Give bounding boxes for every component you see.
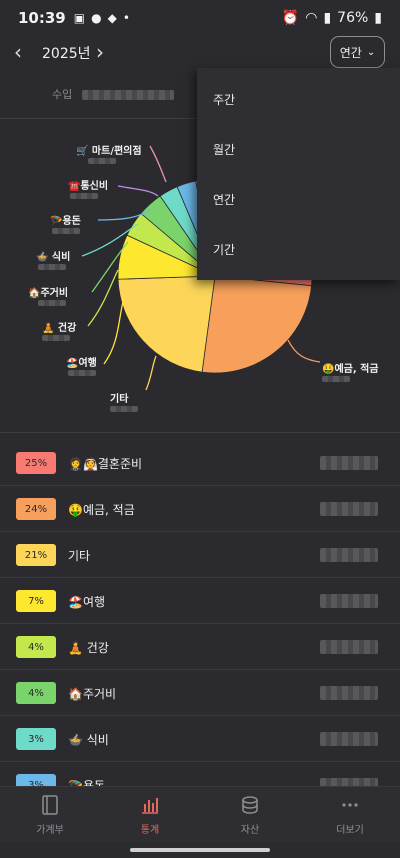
year-title: 2025년 — [42, 46, 91, 62]
wifi-icon: ◠ — [305, 10, 318, 26]
bottom-nav: 가계부 통계 자산 더보기 — [0, 786, 400, 842]
list-item[interactable]: 24% 🤑예금, 적금 — [0, 486, 400, 532]
pie-value-blurred — [52, 228, 80, 234]
pie-value-blurred — [70, 193, 98, 199]
percent-badge: 24% — [16, 498, 56, 520]
pie-value-blurred — [38, 300, 66, 306]
nav-assets[interactable]: 자산 — [200, 787, 300, 842]
pie-label-allowance: 🪂용돈 — [50, 216, 81, 227]
pie-label-travel: 🏖️여행 — [66, 358, 97, 369]
amount-blurred — [320, 640, 378, 654]
category-label: 🧘 건강 — [68, 641, 109, 655]
pie-label-food: 🍲 식비 — [36, 252, 71, 263]
percent-badge: 25% — [16, 452, 56, 474]
category-label: 기타 — [68, 549, 91, 563]
category-label: 🤑예금, 적금 — [68, 503, 135, 517]
home-indicator — [130, 848, 270, 852]
category-label: 🏖️여행 — [68, 595, 106, 609]
clock: 10:39 — [18, 9, 66, 27]
pie-value-blurred — [42, 335, 70, 341]
pie-value-blurred — [110, 406, 138, 412]
nav-more[interactable]: 더보기 — [300, 787, 400, 842]
amount-blurred — [320, 548, 378, 562]
income-label: 수입 — [52, 88, 73, 101]
header: ‹ 2025년 › 연간 ⌄ — [0, 36, 400, 70]
leader-line-8 — [287, 339, 321, 363]
pie-label-savings: 🤑예금, 적금 — [322, 364, 379, 375]
pie-value-blurred — [38, 264, 66, 270]
battery-icon: ▮ — [374, 10, 382, 26]
alarm-icon: ⏰ — [281, 10, 300, 26]
coins-icon — [242, 795, 258, 814]
period-option-range[interactable]: 기간 — [197, 224, 400, 274]
leader-line-1 — [117, 185, 159, 197]
pie-label-mart: 🛒 마트/편의점 — [76, 146, 142, 157]
category-list: 25% 🤵👰결혼준비 24% 🤑예금, 적금 21% 기타 7% 🏖️여행 4% 🧘 건강 4% 🏠주… — [0, 440, 400, 808]
list-item[interactable]: 21% 기타 — [0, 532, 400, 578]
book-icon — [42, 794, 58, 815]
amount-blurred — [320, 456, 378, 470]
nav-stats-label: 통계 — [140, 824, 160, 836]
category-label: 🤵👰결혼준비 — [68, 457, 143, 471]
list-item[interactable]: 3% 🍲 식비 — [0, 716, 400, 762]
bar-chart-icon — [142, 797, 158, 814]
gallery-icon: ▣ — [73, 11, 86, 25]
leader-line-0 — [149, 145, 167, 183]
amount-blurred — [320, 686, 378, 700]
percent-badge: 3% — [16, 728, 56, 750]
more-icon — [342, 802, 358, 807]
divider — [0, 432, 400, 433]
category-label: 🍲 식비 — [68, 733, 109, 747]
percent-badge: 4% — [16, 636, 56, 658]
prev-year-icon[interactable]: ‹ — [14, 40, 22, 64]
talk-icon: ● — [91, 11, 102, 25]
period-option-weekly[interactable]: 주간 — [197, 74, 400, 124]
pie-value-blurred — [322, 376, 350, 382]
nav-ledger[interactable]: 가계부 — [0, 787, 100, 842]
pie-label-health: 🧘 건강 — [42, 323, 77, 334]
signal-icon: ▮ — [323, 10, 332, 26]
leader-line-6 — [103, 297, 125, 365]
period-select-label: 연간 — [339, 45, 362, 60]
percent-badge: 21% — [16, 544, 56, 566]
amount-blurred — [320, 732, 378, 746]
leader-line-7 — [145, 355, 157, 391]
pie-value-blurred — [68, 370, 96, 376]
category-label: 🏠주거비 — [68, 687, 117, 701]
next-year-icon[interactable]: › — [96, 40, 104, 64]
status-bar: 10:39 ▣ ● ◆ • ⏰ ◠ ▮ 76% ▮ — [0, 0, 400, 36]
percent-badge: 4% — [16, 682, 56, 704]
list-item[interactable]: 7% 🏖️여행 — [0, 578, 400, 624]
pie-slice-2 — [117, 275, 216, 373]
chat-icon: ◆ — [107, 11, 117, 25]
pie-label-etc: 기타 — [110, 394, 129, 405]
period-select-button[interactable]: 연간 ⌄ — [330, 36, 385, 68]
amount-blurred — [320, 594, 378, 608]
period-option-yearly[interactable]: 연간 — [197, 174, 400, 224]
nav-assets-label: 자산 — [240, 824, 260, 836]
pie-slice-1 — [201, 275, 312, 374]
list-item[interactable]: 25% 🤵👰결혼준비 — [0, 440, 400, 486]
income-amount-blurred — [81, 90, 174, 100]
battery-level: 76% — [337, 10, 369, 26]
percent-badge: 7% — [16, 590, 56, 612]
nav-stats[interactable]: 통계 — [100, 787, 200, 842]
nav-more-label: 더보기 — [336, 824, 364, 836]
pie-value-blurred — [88, 158, 116, 164]
pie-label-housing: 🏠주거비 — [28, 288, 69, 299]
nav-ledger-label: 가계부 — [36, 824, 64, 836]
list-item[interactable]: 4% 🏠주거비 — [0, 670, 400, 716]
chevron-down-icon: ⌄ — [366, 46, 376, 58]
leader-line-5 — [87, 269, 119, 327]
pie-label-phone: ☎️통신비 — [68, 181, 109, 192]
period-option-monthly[interactable]: 월간 — [197, 124, 400, 174]
amount-blurred — [320, 502, 378, 516]
dot-icon: • — [122, 11, 130, 25]
list-item[interactable]: 4% 🧘 건강 — [0, 624, 400, 670]
period-dropdown-menu: 주간 월간 연간 기간 — [197, 68, 400, 280]
income-summary: 수입 — [52, 86, 174, 102]
